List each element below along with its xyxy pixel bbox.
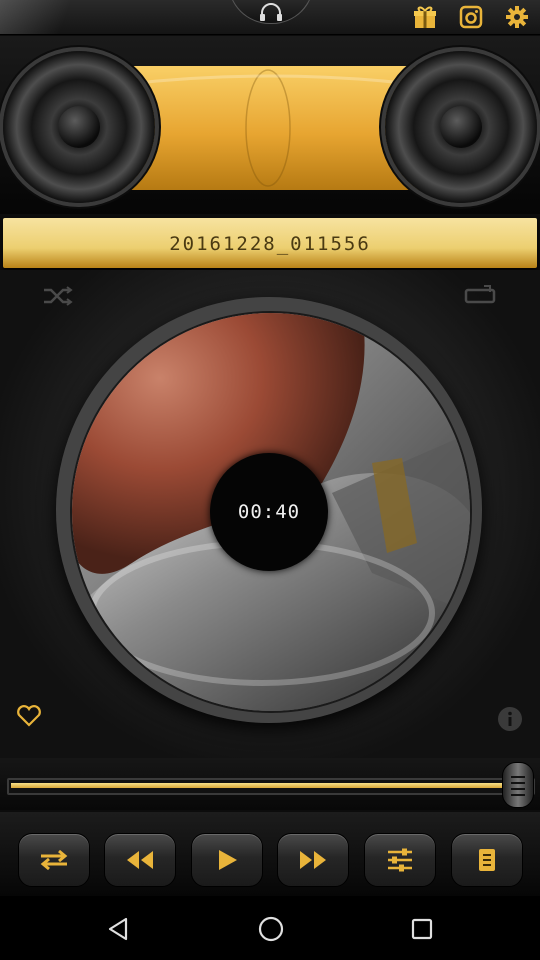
fast-forward-icon — [300, 851, 326, 869]
rewind-icon — [127, 851, 153, 869]
left-speaker-icon — [3, 51, 155, 203]
info-icon — [498, 707, 522, 731]
rewind-button[interactable] — [104, 833, 176, 887]
nav-home-button[interactable] — [257, 915, 285, 947]
play-icon — [219, 850, 237, 870]
shuffle-button[interactable] — [42, 284, 74, 312]
right-speaker-icon — [385, 51, 537, 203]
headphones-icon — [260, 3, 282, 21]
nav-recents-button[interactable] — [410, 917, 434, 945]
back-icon — [108, 917, 128, 941]
playlist-button[interactable] — [451, 833, 523, 887]
home-icon — [258, 916, 284, 942]
knob-grip-line — [511, 794, 525, 796]
play-button[interactable] — [191, 833, 263, 887]
shuffle-icon — [44, 286, 73, 306]
track-title-strip: 20161228_011556 — [3, 218, 537, 268]
timer-hub: 00:40 — [210, 453, 328, 571]
instagram-icon — [459, 5, 483, 29]
playlist-icon — [479, 849, 495, 871]
repeat-button[interactable] — [18, 833, 90, 887]
repeat-icon — [40, 849, 68, 871]
nav-back-button[interactable] — [105, 916, 131, 946]
crop-icon — [464, 285, 496, 304]
gift-icon — [414, 6, 436, 28]
info-button[interactable] — [497, 706, 523, 736]
knob-grip-line — [511, 776, 525, 778]
settings-icon — [506, 6, 528, 28]
left-speaker-cap — [58, 106, 100, 148]
progress-fill — [11, 783, 515, 788]
crop-button[interactable] — [464, 284, 496, 310]
gift-button[interactable] — [411, 3, 439, 31]
equalizer-icon — [388, 848, 412, 872]
track-title: 20161228_011556 — [169, 233, 371, 255]
top-bar-shine — [0, 0, 90, 34]
favorite-button[interactable] — [16, 704, 42, 732]
settings-button[interactable] — [503, 3, 531, 31]
equalizer-button[interactable] — [364, 833, 436, 887]
knob-grip-line — [511, 782, 525, 784]
knob-grip-line — [511, 788, 525, 790]
recents-icon — [411, 918, 433, 940]
fast-forward-button[interactable] — [277, 833, 349, 887]
instagram-button[interactable] — [457, 3, 485, 31]
elapsed-time: 00:40 — [237, 501, 301, 523]
progress-knob[interactable] — [502, 762, 534, 808]
right-speaker-cap — [440, 106, 482, 148]
heart-icon — [17, 705, 41, 727]
progress-bar[interactable] — [7, 778, 535, 795]
